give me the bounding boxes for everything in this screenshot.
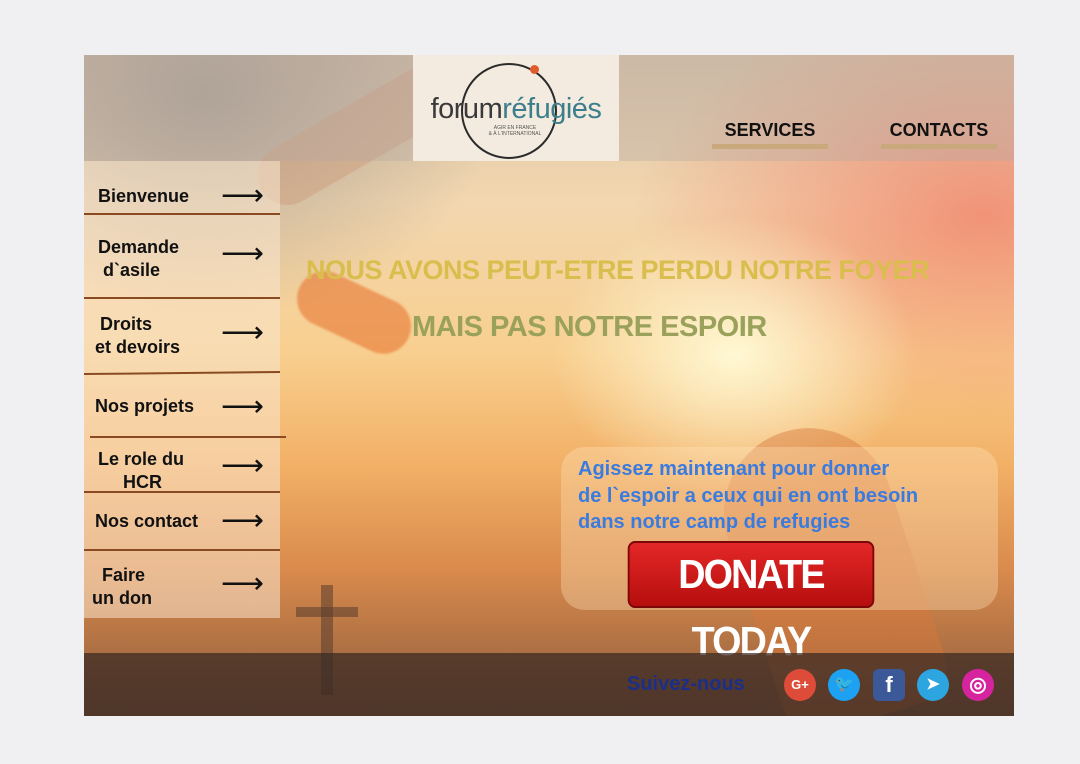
donate-button[interactable]: DONATE TODAY xyxy=(627,541,875,664)
arrow-right-icon: ⟶ xyxy=(220,449,264,482)
google-plus-icon[interactable]: G+ xyxy=(784,669,816,701)
sidebar-item-faire-un-don[interactable]: Faire un don ⟶ xyxy=(84,551,280,617)
sidebar-item-droits-devoirs[interactable]: Droits et devoirs ⟶ xyxy=(84,299,280,371)
arrow-right-icon: ⟶ xyxy=(220,567,264,600)
hero-headline: NOUS AVONS PEUT-ETRE PERDU NOTRE FOYER xyxy=(306,255,930,285)
arrow-right-icon: ⟶ xyxy=(220,316,264,349)
facebook-icon[interactable]: f xyxy=(873,669,905,701)
arrow-right-icon: ⟶ xyxy=(220,390,264,423)
footer-bar: Suivez-nous G+ 🐦 f ➤ ◎ xyxy=(84,653,1014,716)
nav-contacts[interactable]: CONTACTS xyxy=(881,120,997,141)
divider xyxy=(84,213,280,215)
logo-wordmark: forumréfugiés xyxy=(430,93,602,125)
logo-tagline: AGIR EN FRANCE & À L'INTERNATIONAL xyxy=(488,125,542,137)
hero-frame: forumréfugiés AGIR EN FRANCE & À L'INTERN… xyxy=(84,55,1014,716)
divider xyxy=(90,436,286,438)
sidebar-item-role-hcr[interactable]: Le role du HCR ⟶ xyxy=(84,439,280,492)
nav-contacts-underline xyxy=(881,144,997,149)
logo-dot xyxy=(530,65,539,74)
arrow-right-icon: ⟶ xyxy=(220,237,264,270)
twitter-icon[interactable]: 🐦 xyxy=(828,669,860,701)
instagram-icon[interactable]: ◎ xyxy=(962,669,994,701)
logo[interactable]: forumréfugiés AGIR EN FRANCE & À L'INTERN… xyxy=(413,55,619,161)
arrow-right-icon: ⟶ xyxy=(220,179,264,212)
nav-services-underline xyxy=(712,144,828,149)
donation-message: Agissez maintenant pour donner de l`espo… xyxy=(578,458,919,533)
hero-subheadline: MAIS PAS NOTRE ESPOIR xyxy=(412,311,767,343)
sidebar-item-demande-asile[interactable]: Demande d`asile ⟶ xyxy=(84,216,280,296)
arrow-right-icon: ⟶ xyxy=(220,504,264,537)
nav-services[interactable]: SERVICES xyxy=(712,120,828,141)
telegram-icon[interactable]: ➤ xyxy=(917,669,949,701)
sidebar-menu: Bienvenue ⟶ Demande d`asile ⟶ Droits et … xyxy=(84,161,286,618)
follow-us-label: Suivez-nous xyxy=(627,673,745,695)
sidebar-item-nos-contact[interactable]: Nos contact ⟶ xyxy=(84,493,280,547)
sidebar-item-nos-projets[interactable]: Nos projets ⟶ xyxy=(84,375,280,435)
